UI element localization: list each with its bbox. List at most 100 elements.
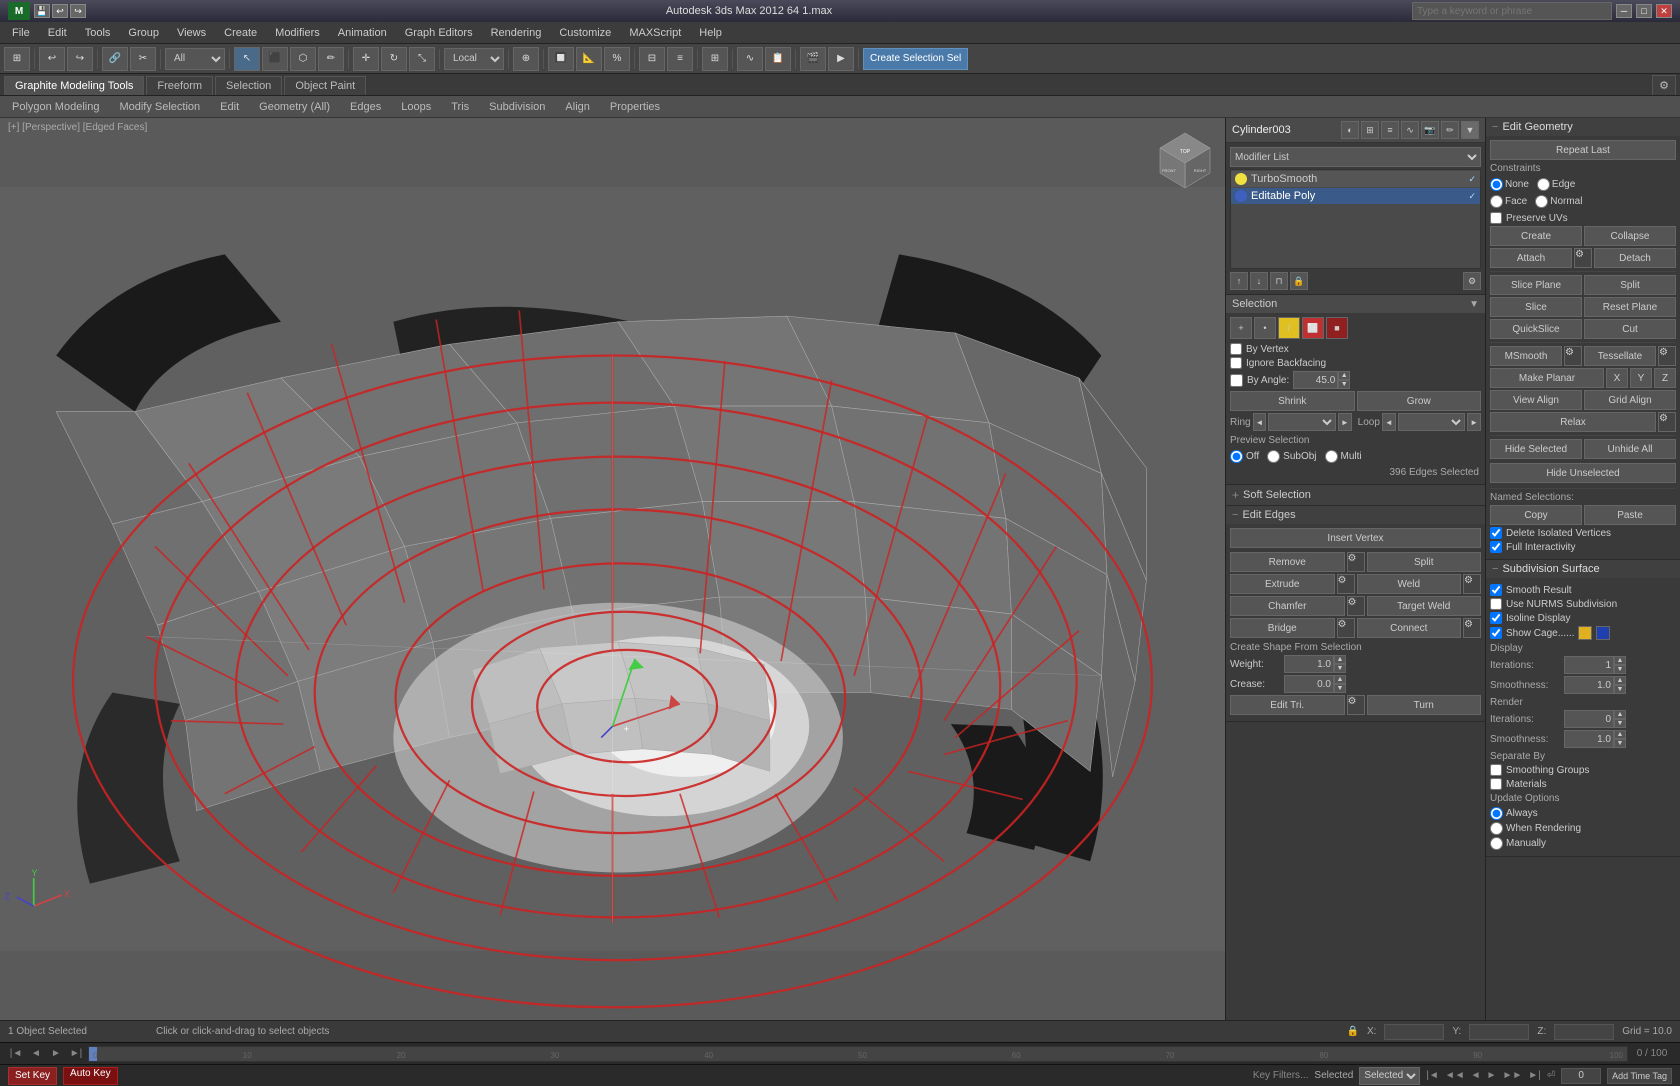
subtab-properties[interactable]: Properties: [602, 99, 668, 115]
tb-render-setup[interactable]: 🎬: [800, 47, 826, 71]
tb-scale[interactable]: ⤡: [409, 47, 435, 71]
menu-tools[interactable]: Tools: [77, 25, 119, 41]
panel-icon-4[interactable]: ∿: [1401, 121, 1419, 139]
panel-icon-2[interactable]: ⊞: [1361, 121, 1379, 139]
render-smooth-input[interactable]: [1564, 730, 1614, 748]
modifier-config[interactable]: ⚙: [1463, 272, 1481, 290]
edit-edges-header[interactable]: − Edit Edges: [1226, 506, 1485, 524]
make-planar-x[interactable]: X: [1606, 368, 1628, 388]
smooth-spin-up[interactable]: ▲: [1614, 676, 1626, 685]
make-planar-btn[interactable]: Make Planar: [1490, 368, 1604, 388]
playback-next[interactable]: ►|: [1528, 1070, 1541, 1081]
tb-angle-snap[interactable]: 📐: [576, 47, 602, 71]
slice-btn[interactable]: Slice: [1490, 297, 1582, 317]
connect-settings[interactable]: ⚙: [1463, 618, 1481, 638]
cut-btn[interactable]: Cut: [1584, 319, 1676, 339]
tb-curve-editor[interactable]: ∿: [737, 47, 763, 71]
redo-btn[interactable]: ↪: [70, 4, 86, 18]
subtab-align[interactable]: Align: [557, 99, 597, 115]
panel-icon-7[interactable]: ▼: [1461, 121, 1479, 139]
isoline-check[interactable]: [1490, 612, 1502, 624]
by-angle-check[interactable]: [1230, 374, 1243, 387]
selected-dropdown[interactable]: Selected: [1359, 1067, 1420, 1085]
sel-icon-vertex[interactable]: •: [1254, 317, 1276, 339]
smooth-spin-dn[interactable]: ▼: [1614, 685, 1626, 694]
relax-btn[interactable]: Relax: [1490, 412, 1656, 432]
grid-align-btn[interactable]: Grid Align: [1584, 390, 1676, 410]
panel-icon-1[interactable]: ◐: [1341, 121, 1359, 139]
sel-icon-plus[interactable]: +: [1230, 317, 1252, 339]
split-btn2[interactable]: Split: [1584, 275, 1676, 295]
loop-arrow-right[interactable]: ►: [1467, 413, 1481, 431]
slice-plane-btn[interactable]: Slice Plane: [1490, 275, 1582, 295]
x-coord-input[interactable]: [1384, 1024, 1444, 1040]
menu-customize[interactable]: Customize: [551, 25, 619, 41]
rsmooth-spin-dn[interactable]: ▼: [1614, 739, 1626, 748]
tessellate-btn[interactable]: Tessellate: [1584, 346, 1656, 366]
chamfer-btn[interactable]: Chamfer: [1230, 596, 1345, 616]
timeline-next[interactable]: ►|: [68, 1048, 84, 1059]
constraint-normal-radio[interactable]: [1535, 195, 1548, 208]
viewport[interactable]: [+] [Perspective] [Edged Faces] TOP RIGH…: [0, 118, 1225, 1020]
playback-mode[interactable]: ⏎: [1547, 1070, 1555, 1081]
msmooth-settings[interactable]: ⚙: [1564, 346, 1582, 366]
grow-btn[interactable]: Grow: [1357, 391, 1482, 411]
tb-layer[interactable]: ⊞: [702, 47, 728, 71]
playback-prev[interactable]: |◄: [1426, 1070, 1439, 1081]
preview-subobj-radio[interactable]: [1267, 450, 1280, 463]
delete-isolated-check[interactable]: [1490, 527, 1502, 539]
add-time-tag-btn[interactable]: Add Time Tag: [1607, 1068, 1672, 1084]
riter-spin-up[interactable]: ▲: [1614, 710, 1626, 719]
show-cage-check[interactable]: [1490, 627, 1502, 639]
reset-plane-btn[interactable]: Reset Plane: [1584, 297, 1676, 317]
crease-input[interactable]: [1284, 675, 1334, 693]
subtab-loops[interactable]: Loops: [393, 99, 439, 115]
autokey-btn[interactable]: Auto Key: [63, 1067, 118, 1085]
hide-selected-btn[interactable]: Hide Selected: [1490, 439, 1582, 459]
menu-maxscript[interactable]: MAXScript: [621, 25, 689, 41]
remove-btn[interactable]: Remove: [1230, 552, 1345, 572]
subobj-funnel[interactable]: ⊓: [1270, 272, 1288, 290]
tb-mirror[interactable]: ⊟: [639, 47, 665, 71]
preserve-uvs-check[interactable]: [1490, 212, 1502, 224]
by-vertex-check[interactable]: [1230, 343, 1242, 355]
subtab-modify-selection[interactable]: Modify Selection: [111, 99, 208, 115]
preview-off-radio[interactable]: [1230, 450, 1243, 463]
playback-back[interactable]: ◄◄: [1445, 1070, 1465, 1081]
insert-vertex-btn[interactable]: Insert Vertex: [1230, 528, 1481, 548]
tb-select[interactable]: ↖: [234, 47, 260, 71]
preview-multi-radio[interactable]: [1325, 450, 1338, 463]
by-angle-input[interactable]: [1293, 371, 1338, 389]
sel-icon-poly[interactable]: ■: [1326, 317, 1348, 339]
subobj-nav-up[interactable]: ↑: [1230, 272, 1248, 290]
subtab-subdivision[interactable]: Subdivision: [481, 99, 553, 115]
subtab-polygon-modeling[interactable]: Polygon Modeling: [4, 99, 107, 115]
edit-geometry-header[interactable]: −Edit Geometry: [1486, 118, 1680, 136]
quickslice-btn[interactable]: QuickSlice: [1490, 319, 1582, 339]
iterations-input[interactable]: [1564, 656, 1614, 674]
ribbon-tab-freeform[interactable]: Freeform: [146, 76, 213, 95]
tb-snap[interactable]: 🔲: [548, 47, 574, 71]
weight-input[interactable]: [1284, 655, 1334, 673]
playback-prev-frame[interactable]: ◄: [1471, 1070, 1481, 1081]
current-frame[interactable]: [1561, 1068, 1601, 1084]
tb-pivot[interactable]: ⊕: [513, 47, 539, 71]
paste-btn[interactable]: Paste: [1584, 505, 1676, 525]
ribbon-tab-graphite[interactable]: Graphite Modeling Tools: [4, 76, 144, 95]
key-filters-btn[interactable]: Key Filters...: [1253, 1070, 1309, 1081]
subtab-edges[interactable]: Edges: [342, 99, 389, 115]
timeline-bar[interactable]: 0 10 20 30 40 50 60 70 80 90 100: [88, 1046, 1628, 1062]
close-button[interactable]: ✕: [1656, 4, 1672, 18]
timeline-current[interactable]: 0 / 100: [1632, 1048, 1672, 1059]
tb-rotate[interactable]: ↻: [381, 47, 407, 71]
shrink-btn[interactable]: Shrink: [1230, 391, 1355, 411]
collapse-btn[interactable]: Collapse: [1584, 226, 1676, 246]
ribbon-tab-extra[interactable]: ⚙: [1652, 75, 1676, 95]
update-rendering-radio[interactable]: [1490, 822, 1503, 835]
loop-dropdown[interactable]: [1398, 413, 1466, 431]
subtab-tris[interactable]: Tris: [443, 99, 477, 115]
menu-edit[interactable]: Edit: [40, 25, 75, 41]
tb-unlink[interactable]: ✂: [130, 47, 156, 71]
smooth-result-check[interactable]: [1490, 584, 1502, 596]
subobj-nav-dn[interactable]: ↓: [1250, 272, 1268, 290]
